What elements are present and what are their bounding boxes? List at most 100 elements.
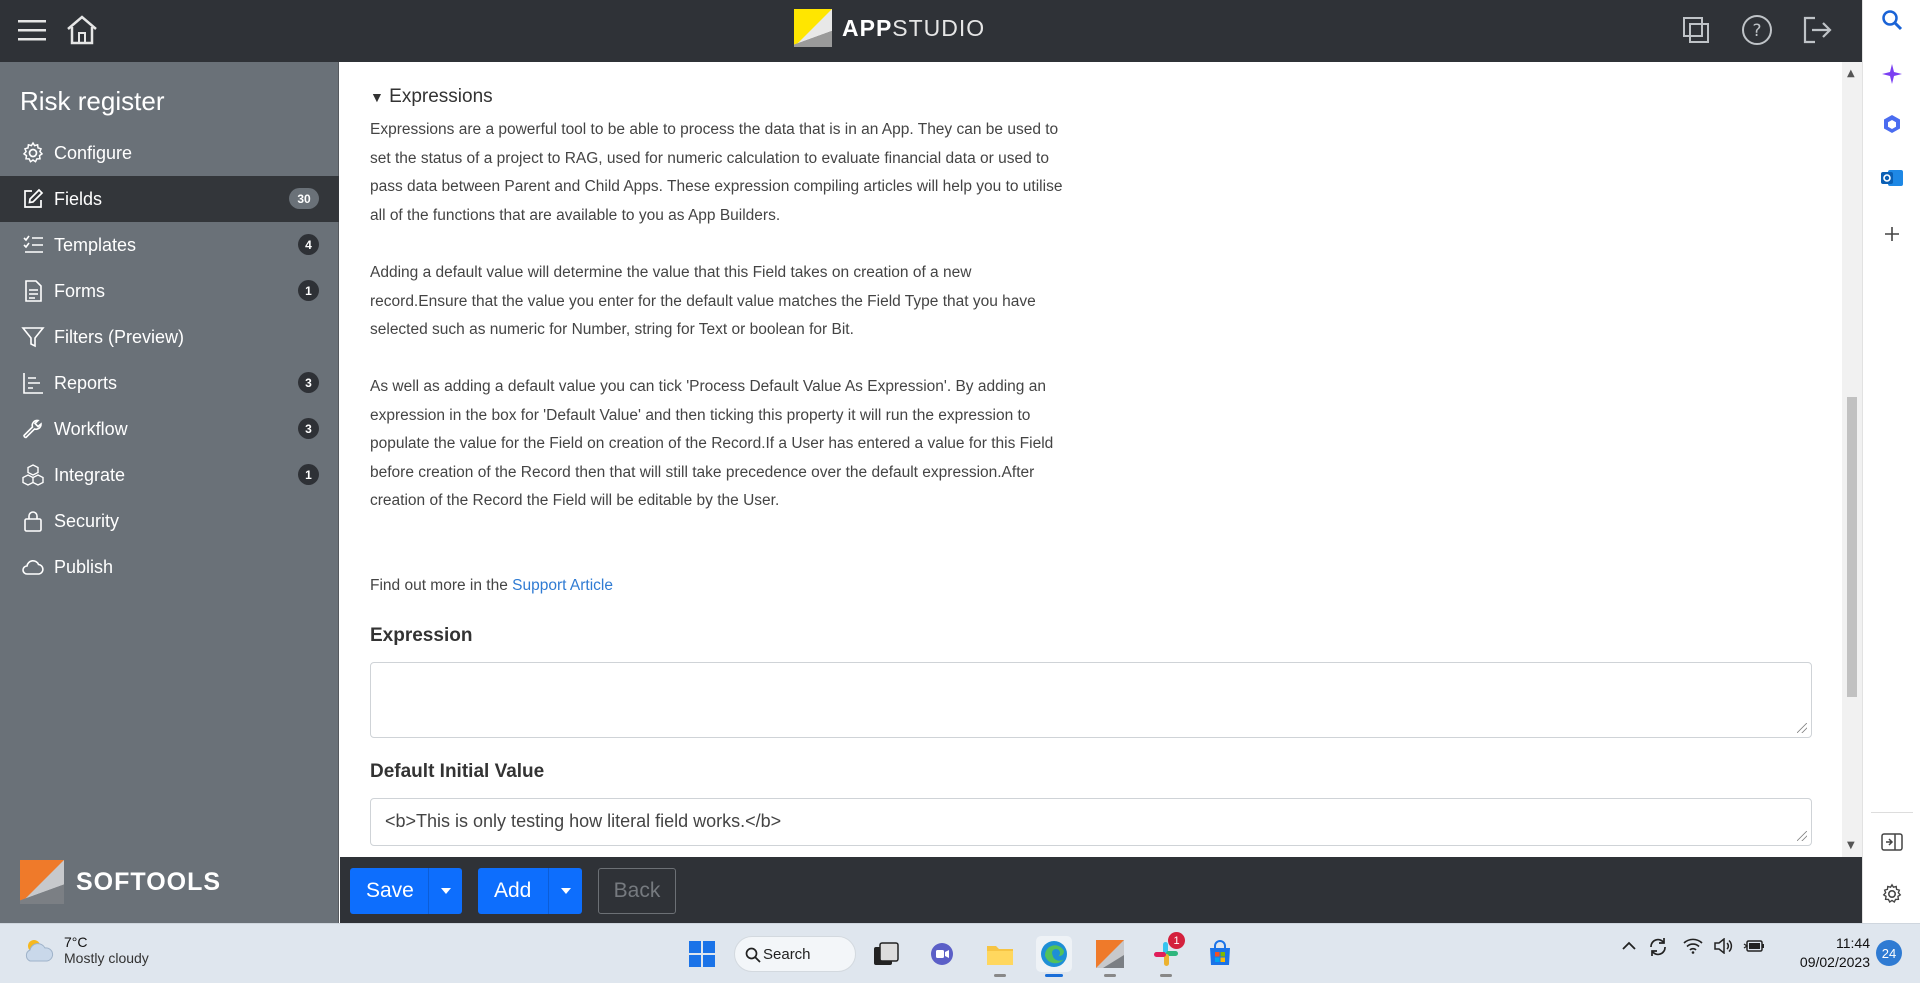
count-badge: 3 xyxy=(298,372,319,393)
softools-logo-mark xyxy=(20,860,64,904)
content-scrollbar[interactable]: ▲ ▼ xyxy=(1842,62,1862,857)
help-icon[interactable]: ? xyxy=(1737,10,1777,50)
sidebar-item-workflow[interactable]: Workflow 3 xyxy=(0,406,339,452)
appstudio-taskbar-icon[interactable] xyxy=(1092,936,1128,977)
taskbar-search-label: Search xyxy=(763,945,811,963)
taskbar-clock[interactable]: 11:44 09/02/2023 xyxy=(1770,934,1870,972)
running-indicator xyxy=(994,974,1006,977)
brand-light: STUDIO xyxy=(892,14,986,41)
app-title: Risk register xyxy=(20,86,165,116)
checklist-icon xyxy=(20,232,46,258)
count-badge: 1 xyxy=(298,280,319,301)
active-indicator xyxy=(1045,974,1063,977)
add-button[interactable]: Add xyxy=(478,868,582,914)
task-view-icon[interactable] xyxy=(868,936,904,972)
count-badge: 1 xyxy=(298,464,319,485)
resize-grip-icon[interactable] xyxy=(1797,831,1810,844)
resize-grip-icon[interactable] xyxy=(1797,723,1810,736)
expressions-description: Expressions are a powerful tool to be ab… xyxy=(370,121,1063,224)
running-indicator xyxy=(1160,974,1172,977)
brand-bold: APP xyxy=(842,14,893,41)
sidebar-item-security[interactable]: Security xyxy=(0,498,339,544)
scrollbar-thumb[interactable] xyxy=(1847,397,1857,697)
copy-app-icon[interactable] xyxy=(1676,10,1716,50)
sidebar-item-reports[interactable]: Reports 3 xyxy=(0,360,339,406)
sidebar-item-label: Publish xyxy=(54,556,114,577)
softools-logo[interactable]: SOFTOOLS xyxy=(20,860,221,904)
volume-icon[interactable] xyxy=(1713,937,1733,958)
edge-browser-icon[interactable] xyxy=(1036,936,1072,977)
support-text: Find out more in the Support Article xyxy=(370,572,1070,601)
support-article-link[interactable]: Support Article xyxy=(512,577,613,594)
cloudy-weather-icon xyxy=(25,940,53,962)
report-icon xyxy=(20,370,46,396)
windows-start-icon[interactable] xyxy=(684,936,720,972)
hamburger-menu-icon[interactable] xyxy=(12,10,52,50)
sidebar-item-templates[interactable]: Templates 4 xyxy=(0,222,339,268)
weather-widget[interactable]: 7°C Mostly cloudy xyxy=(20,934,149,966)
slack-icon[interactable]: 1 xyxy=(1148,932,1185,977)
split-screen-icon[interactable] xyxy=(1876,826,1908,858)
process-default-description: As well as adding a default value you ca… xyxy=(370,378,1054,509)
sidebar-item-filters[interactable]: Filters (Preview) xyxy=(0,314,339,360)
plus-icon[interactable] xyxy=(1876,218,1908,250)
tray-overflow-chevron-icon[interactable] xyxy=(1620,938,1638,958)
notification-count-badge[interactable]: 24 xyxy=(1876,940,1902,966)
scroll-up-icon[interactable]: ▲ xyxy=(1847,68,1855,79)
cloud-icon xyxy=(20,554,46,580)
outlook-icon[interactable] xyxy=(1876,162,1908,194)
sidebar-item-forms[interactable]: Forms 1 xyxy=(0,268,339,314)
back-button[interactable]: Back xyxy=(598,868,676,914)
settings-gear-icon[interactable] xyxy=(1876,878,1908,910)
appstudio-logo[interactable]: APPSTUDIO xyxy=(794,8,985,48)
wifi-icon[interactable] xyxy=(1683,938,1703,958)
office-icon[interactable] xyxy=(1876,108,1908,140)
sidebar-item-publish[interactable]: Publish xyxy=(0,544,339,590)
sidebar-item-label: Workflow xyxy=(54,418,128,439)
edit-icon xyxy=(20,186,46,212)
sidebar-item-label: Security xyxy=(54,510,120,531)
slack-notification-badge: 1 xyxy=(1168,932,1185,949)
microsoft-store-icon[interactable] xyxy=(1202,936,1238,972)
triangle-down-icon: ▼ xyxy=(370,89,384,105)
sidebar-item-configure[interactable]: Configure xyxy=(0,130,339,176)
clock-date: 09/02/2023 xyxy=(1799,954,1870,970)
sidebar-item-label: Reports xyxy=(54,372,118,393)
sidebar-item-fields[interactable]: Fields 30 xyxy=(0,176,339,222)
top-bar: APPSTUDIO ? xyxy=(0,0,1862,62)
copilot-sparkle-icon[interactable] xyxy=(1876,58,1908,90)
appstudio-logo-mark xyxy=(794,9,832,47)
sidebar-item-label: Forms xyxy=(54,280,105,301)
document-icon xyxy=(20,278,46,304)
edge-divider xyxy=(1871,812,1913,813)
default-initial-value-label: Default Initial Value xyxy=(370,761,545,782)
expression-input[interactable] xyxy=(370,662,1812,738)
clock-time: 11:44 xyxy=(1836,935,1870,951)
weather-description: Mostly cloudy xyxy=(64,950,149,966)
sidebar-nav: Configure Fields 30 Templates 4 Forms 1 … xyxy=(0,130,339,590)
expressions-toggle[interactable]: ▼ Expressions xyxy=(370,86,493,108)
sync-icon[interactable] xyxy=(1647,936,1669,962)
main-content: ▼ Expressions Expressions are a powerful… xyxy=(340,62,1842,857)
save-dropdown-caret-icon[interactable] xyxy=(428,868,462,914)
battery-icon[interactable] xyxy=(1743,938,1765,958)
sidebar-item-label: Filters (Preview) xyxy=(54,326,185,347)
action-bar: Save Add Back xyxy=(340,857,1862,923)
teams-chat-icon[interactable] xyxy=(924,936,960,972)
weather-temperature: 7°C xyxy=(64,934,88,950)
svg-text:?: ? xyxy=(1752,21,1761,41)
expression-label: Expression xyxy=(370,625,473,646)
sidebar-item-label: Fields xyxy=(54,188,103,209)
taskbar-search[interactable]: Search xyxy=(734,936,856,972)
search-icon[interactable] xyxy=(1876,4,1908,36)
add-dropdown-caret-icon[interactable] xyxy=(548,868,582,914)
logout-icon[interactable] xyxy=(1797,10,1837,50)
file-explorer-icon[interactable] xyxy=(982,936,1018,977)
scroll-down-icon[interactable]: ▼ xyxy=(1847,840,1855,851)
save-button[interactable]: Save xyxy=(350,868,462,914)
sidebar-item-integrate[interactable]: Integrate 1 xyxy=(0,452,339,498)
search-icon xyxy=(745,947,761,963)
home-icon[interactable] xyxy=(62,10,102,50)
default-initial-value-input[interactable]: <b>This is only testing how literal fiel… xyxy=(370,798,1812,846)
lock-icon xyxy=(20,508,46,534)
